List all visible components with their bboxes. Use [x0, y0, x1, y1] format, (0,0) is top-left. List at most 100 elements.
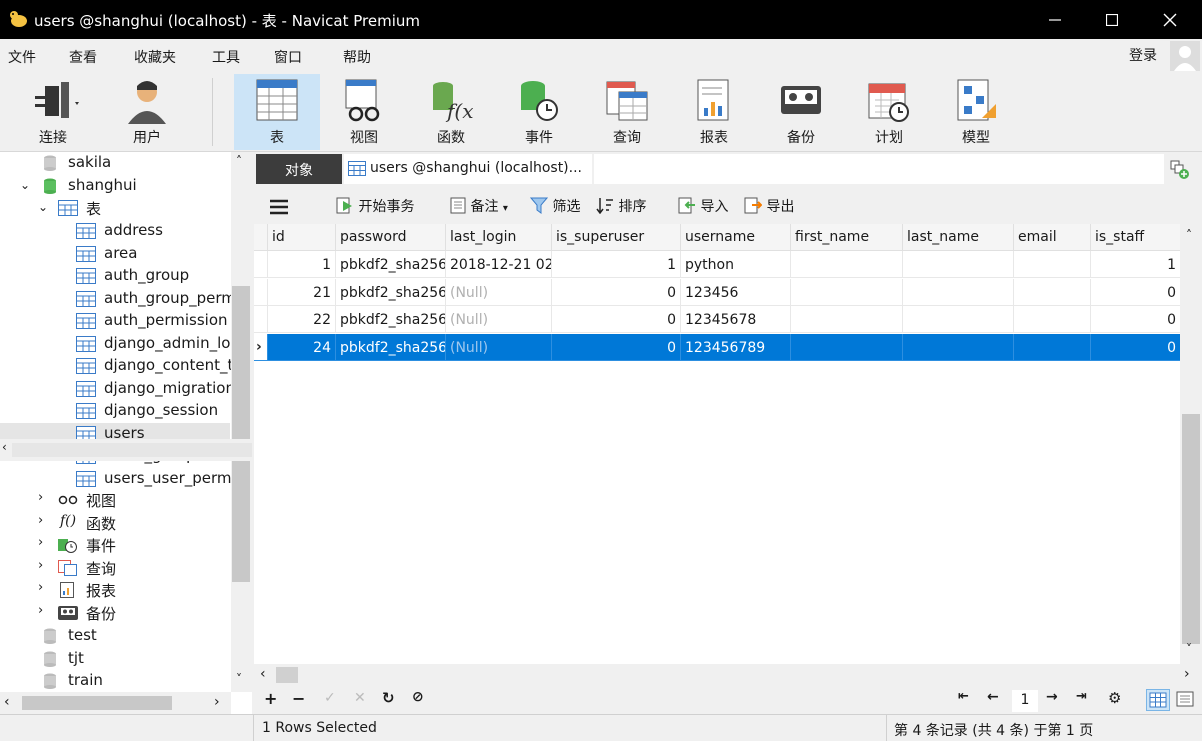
filter-button[interactable]: 筛选	[529, 196, 580, 216]
first-page-icon[interactable]: ⇤	[958, 689, 969, 704]
chevron-down-icon[interactable]: ⌄	[38, 200, 48, 214]
tree-category-functions[interactable]: › f() 函数	[0, 512, 230, 534]
view-button[interactable]: 视图	[321, 74, 407, 150]
scroll-right-icon[interactable]: ›	[1184, 666, 1190, 682]
tree-tables-folder[interactable]: ⌄ 表	[0, 197, 230, 219]
column-header[interactable]: first_name	[791, 224, 903, 251]
avatar[interactable]	[1170, 41, 1200, 71]
scroll-left-icon[interactable]: ‹	[260, 666, 266, 682]
chevron-right-icon[interactable]: ›	[38, 580, 43, 595]
form-view-toggle[interactable]	[1174, 689, 1198, 711]
tree-table-item[interactable]: users_user_permi	[0, 468, 236, 490]
tree-db-train[interactable]: train	[0, 670, 230, 692]
discard-changes-icon[interactable]: ✕	[354, 690, 366, 706]
cell-is-staff[interactable]: 1	[1091, 251, 1180, 278]
menu-help[interactable]: 帮助	[343, 47, 371, 67]
tree-table-item[interactable]: django_admin_log	[0, 333, 240, 355]
cell-password[interactable]: pbkdf2_sha256	[336, 306, 446, 333]
cell-id[interactable]: 1	[268, 251, 336, 278]
column-header[interactable]: id	[268, 224, 336, 251]
chevron-right-icon[interactable]: ›	[38, 603, 43, 618]
cell-last-login[interactable]: (Null)	[446, 278, 552, 306]
connect-button[interactable]: 连接	[10, 74, 96, 150]
column-header[interactable]: last_login	[446, 224, 552, 251]
cell-password[interactable]: pbkdf2_sha256	[336, 278, 446, 306]
delete-record-icon[interactable]: −	[292, 689, 305, 708]
row-gutter[interactable]	[254, 278, 268, 306]
scroll-thumb[interactable]	[276, 667, 298, 683]
row-gutter[interactable]	[254, 251, 268, 278]
user-button[interactable]: 用户	[104, 74, 190, 150]
chevron-right-icon[interactable]: ›	[38, 558, 43, 573]
tree-table-item[interactable]: django_content_ty	[0, 355, 242, 377]
grid-horizontal-scrollbar[interactable]: ‹ ›	[254, 664, 1202, 686]
tree-table-item[interactable]: django_session	[0, 400, 230, 422]
chevron-right-icon[interactable]: ›	[38, 513, 43, 528]
function-button[interactable]: f(x) 函数	[408, 74, 494, 150]
cell-last-login[interactable]: (Null)	[446, 306, 552, 333]
column-header[interactable]: username	[681, 224, 791, 251]
scroll-up-icon[interactable]: ˄	[1186, 228, 1192, 242]
schedule-button[interactable]: 计划	[846, 74, 932, 150]
chevron-right-icon[interactable]: ›	[38, 535, 43, 550]
tree-category-reports[interactable]: › 报表	[0, 579, 230, 601]
menu-view[interactable]: 查看	[69, 47, 97, 67]
scroll-thumb[interactable]	[1182, 414, 1200, 644]
cell-id[interactable]: 24	[268, 333, 336, 361]
cell-last-name[interactable]	[903, 306, 1014, 333]
menu-favorites[interactable]: 收藏夹	[134, 47, 176, 67]
prev-page-icon[interactable]: ←	[987, 689, 999, 705]
minimize-button[interactable]	[1032, 0, 1078, 39]
cell-is-superuser[interactable]: 1	[552, 251, 681, 278]
scroll-up-icon[interactable]: ˄	[236, 154, 242, 168]
last-page-icon[interactable]: ⇥	[1076, 689, 1087, 704]
cell-password[interactable]: pbkdf2_sha256	[336, 333, 446, 361]
tree-category-events[interactable]: › 事件	[0, 534, 230, 556]
cell-email[interactable]	[1014, 278, 1091, 306]
import-button[interactable]: 导入	[678, 196, 728, 216]
tree-category-backups[interactable]: › 备份	[0, 602, 230, 624]
sidebar-horizontal-scrollbar[interactable]: ‹ ›	[0, 692, 231, 714]
export-button[interactable]: 导出	[744, 196, 794, 216]
grid-view-toggle[interactable]	[1146, 689, 1170, 711]
refresh-icon[interactable]: ↻	[382, 689, 395, 707]
column-header[interactable]: is_superuser	[552, 224, 681, 251]
settings-gear-icon[interactable]: ⚙	[1108, 689, 1121, 707]
cell-password[interactable]: pbkdf2_sha256	[336, 251, 446, 278]
memo-button[interactable]: 备注 ▾	[450, 196, 508, 216]
tree-table-item[interactable]: address	[0, 220, 230, 242]
sort-button[interactable]: 排序	[596, 196, 646, 216]
column-header[interactable]: email	[1014, 224, 1091, 251]
column-header[interactable]: is_staff	[1091, 224, 1180, 251]
page-number-input[interactable]: 1	[1012, 690, 1038, 712]
cell-username[interactable]: python	[681, 251, 791, 278]
chevron-down-icon[interactable]: ⌄	[20, 178, 30, 192]
new-tab-icon[interactable]	[1170, 160, 1190, 180]
backup-button[interactable]: 备份	[758, 74, 844, 150]
tree-db-tjt[interactable]: tjt	[0, 648, 230, 670]
close-button[interactable]	[1147, 0, 1193, 39]
scroll-thumb[interactable]	[22, 696, 172, 710]
maximize-button[interactable]	[1089, 0, 1135, 39]
table-button[interactable]: 表	[234, 74, 320, 150]
tree-table-item[interactable]: django_migration	[0, 378, 235, 400]
cell-username[interactable]: 12345678	[681, 306, 791, 333]
current-row-indicator-icon[interactable]: ›	[254, 333, 268, 361]
cell-id[interactable]: 21	[268, 278, 336, 306]
tree-table-item[interactable]: auth_group_perm	[0, 288, 236, 310]
cell-last-login[interactable]: (Null)	[446, 333, 552, 361]
tree-table-item[interactable]: area	[0, 243, 230, 265]
cell-first-name[interactable]	[791, 278, 903, 306]
column-header[interactable]: last_name	[903, 224, 1014, 251]
report-button[interactable]: 报表	[671, 74, 757, 150]
menu-file[interactable]: 文件	[8, 47, 36, 67]
cell-is-superuser[interactable]: 0	[552, 306, 681, 333]
cell-first-name[interactable]	[791, 251, 903, 278]
cell-last-name[interactable]	[903, 333, 1014, 361]
tree-db-sakila[interactable]: sakila	[0, 152, 230, 174]
tab-objects[interactable]: 对象	[256, 154, 342, 184]
column-header[interactable]: password	[336, 224, 446, 251]
add-record-icon[interactable]: +	[264, 689, 277, 708]
menu-tools[interactable]: 工具	[212, 47, 240, 67]
model-button[interactable]: 模型	[933, 74, 1019, 150]
